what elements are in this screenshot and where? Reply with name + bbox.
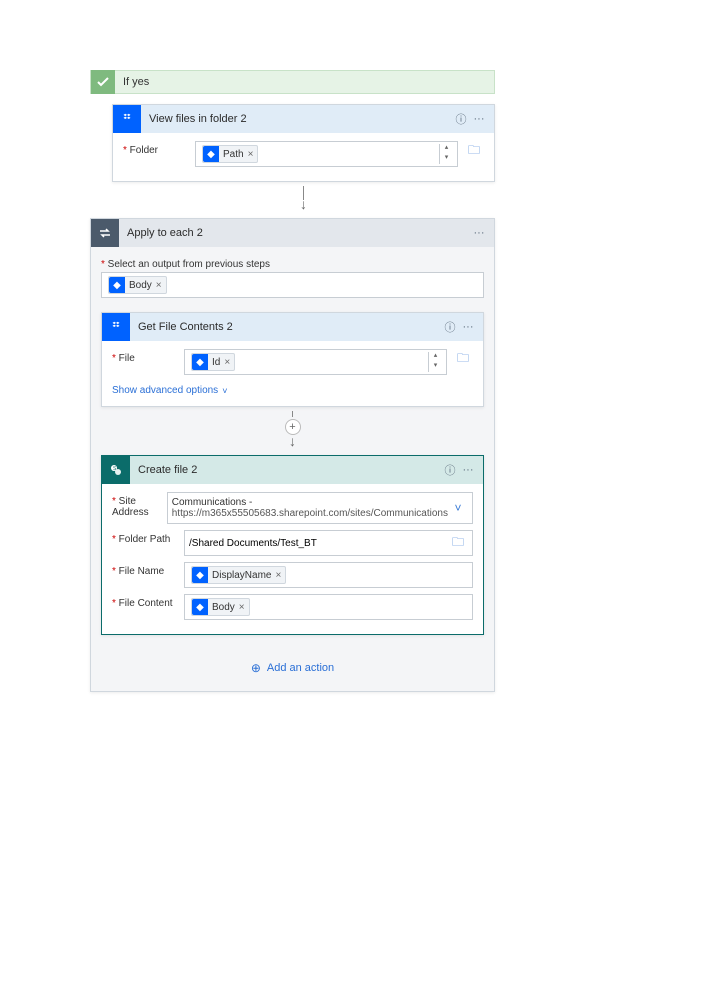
loop-title: Apply to each 2: [119, 227, 470, 239]
token-body[interactable]: ◆ Body ×: [191, 598, 250, 616]
token-displayname[interactable]: ◆ DisplayName ×: [191, 566, 286, 584]
site-address-dropdown[interactable]: Communications - https://m365x55505683.s…: [167, 492, 473, 524]
field-label-file-content: File Content: [112, 594, 184, 609]
action-title: Create file 2: [130, 464, 441, 476]
field-label-file: File: [112, 349, 184, 364]
menu-icon[interactable]: ···: [459, 321, 477, 333]
dropbox-icon: ◆: [109, 277, 125, 293]
connector-arrow: ↓: [112, 182, 495, 208]
show-advanced-link[interactable]: Show advanced options˅: [112, 381, 473, 398]
menu-icon[interactable]: ···: [470, 227, 488, 239]
spinner-control[interactable]: ▴ ▾: [439, 144, 453, 164]
condition-branch-header[interactable]: If yes: [90, 70, 495, 94]
add-action-icon: ⊕: [251, 661, 261, 675]
folder-picker-icon[interactable]: 🗀: [464, 141, 484, 161]
dropbox-icon: ◆: [192, 599, 208, 615]
token-remove-icon[interactable]: ×: [248, 149, 254, 160]
dropbox-icon: ◆: [192, 354, 208, 370]
chevron-down-icon[interactable]: ▾: [440, 154, 453, 164]
chevron-down-icon[interactable]: ▾: [429, 362, 442, 372]
action-title: Get File Contents 2: [130, 321, 441, 333]
field-label-folder-path: Folder Path: [112, 530, 184, 545]
action-title: View files in folder 2: [141, 113, 452, 125]
connector-arrow: + ↓: [101, 407, 484, 445]
help-icon[interactable]: ⓘ: [441, 462, 459, 478]
folder-picker-icon[interactable]: 🗀: [448, 533, 468, 553]
token-remove-icon[interactable]: ×: [239, 602, 245, 613]
loop-apply-to-each: Apply to each 2 ··· * Select an output f…: [90, 218, 495, 692]
condition-title: If yes: [115, 76, 149, 88]
menu-icon[interactable]: ···: [459, 464, 477, 476]
chevron-up-icon[interactable]: ▴: [429, 352, 442, 362]
add-action-button[interactable]: ⊕ Add an action: [101, 635, 484, 683]
token-remove-icon[interactable]: ×: [224, 357, 230, 368]
field-label-folder: Folder: [123, 141, 195, 156]
token-id[interactable]: ◆ Id ×: [191, 353, 235, 371]
spinner-control[interactable]: ▴ ▾: [428, 352, 442, 372]
loop-header[interactable]: Apply to each 2 ···: [91, 219, 494, 247]
token-remove-icon[interactable]: ×: [156, 280, 162, 291]
sharepoint-icon: S: [102, 456, 130, 484]
arrow-down-icon: ↓: [300, 200, 307, 208]
action-get-file-contents: Get File Contents 2 ⓘ ··· File ◆ Id ×: [101, 312, 484, 407]
action-header[interactable]: View files in folder 2 ⓘ ···: [113, 105, 494, 133]
chevron-up-icon[interactable]: ▴: [440, 144, 453, 154]
dropbox-icon: ◆: [203, 146, 219, 162]
loop-icon: [91, 219, 119, 247]
folder-input[interactable]: ◆ Path × ▴ ▾: [195, 141, 458, 167]
action-view-files: View files in folder 2 ⓘ ··· Folder ◆ Pa…: [112, 104, 495, 182]
dropbox-icon: [113, 105, 141, 133]
check-icon: [91, 70, 115, 94]
chevron-down-icon: ˅: [222, 386, 227, 396]
chevron-down-icon[interactable]: ˅: [448, 501, 468, 515]
arrow-down-icon: ↓: [289, 437, 296, 445]
dropbox-icon: ◆: [192, 567, 208, 583]
folder-picker-icon[interactable]: 🗀: [453, 349, 473, 369]
menu-icon[interactable]: ···: [470, 113, 488, 125]
file-input[interactable]: ◆ Id × ▴ ▾: [184, 349, 447, 375]
field-label-file-name: File Name: [112, 562, 184, 577]
action-header[interactable]: Get File Contents 2 ⓘ ···: [102, 313, 483, 341]
field-label-select-output: * Select an output from previous steps: [101, 259, 484, 270]
token-remove-icon[interactable]: ×: [275, 570, 281, 581]
help-icon[interactable]: ⓘ: [452, 111, 470, 127]
token-body[interactable]: ◆ Body ×: [108, 276, 167, 294]
token-path[interactable]: ◆ Path ×: [202, 145, 258, 163]
folder-path-input[interactable]: /Shared Documents/Test_BT 🗀: [184, 530, 473, 556]
select-output-input[interactable]: ◆ Body ×: [101, 272, 484, 298]
file-name-input[interactable]: ◆ DisplayName ×: [184, 562, 473, 588]
field-label-site-address: Site Address: [112, 492, 167, 518]
dropbox-icon: [102, 313, 130, 341]
file-content-input[interactable]: ◆ Body ×: [184, 594, 473, 620]
action-header[interactable]: S Create file 2 ⓘ ···: [102, 456, 483, 484]
help-icon[interactable]: ⓘ: [441, 319, 459, 335]
action-create-file: S Create file 2 ⓘ ··· Site Address Commu…: [101, 455, 484, 635]
